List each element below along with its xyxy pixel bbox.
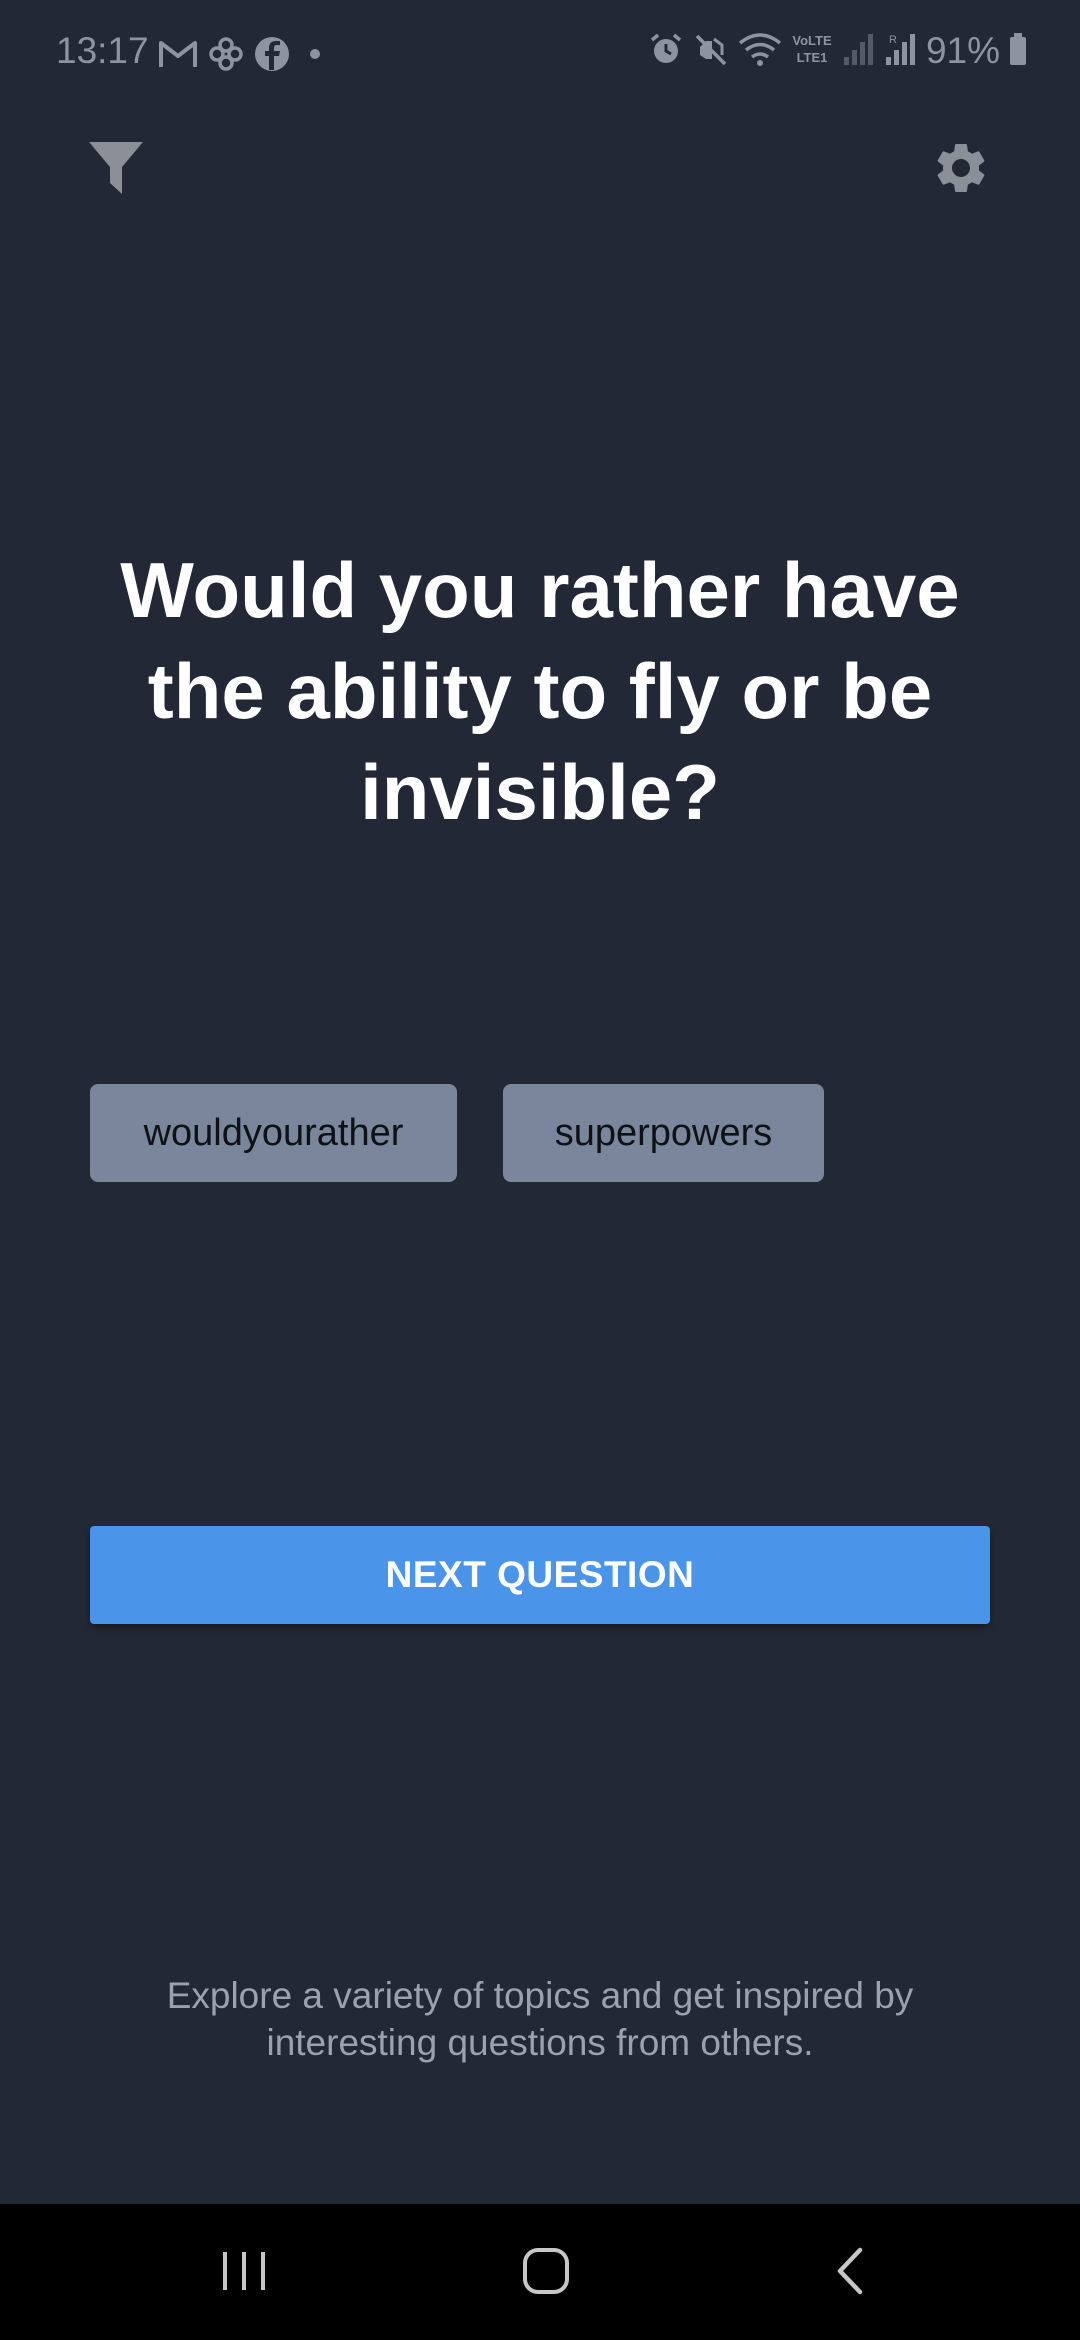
signal-icon	[842, 31, 876, 72]
status-bar: 13:17 VoLTE LTE1 R 91%	[0, 0, 1080, 112]
battery-percent: 91%	[925, 30, 1000, 71]
battery-icon	[1008, 31, 1028, 72]
footer-text: Explore a variety of topics and get insp…	[166, 1975, 914, 2063]
gear-icon	[931, 138, 991, 203]
home-icon	[521, 2246, 571, 2301]
mute-icon	[692, 31, 730, 72]
alarm-icon	[648, 31, 684, 72]
back-icon	[830, 2246, 870, 2301]
notification-dot-icon	[300, 39, 330, 74]
facebook-icon	[254, 36, 290, 77]
settings-button[interactable]	[921, 130, 1001, 210]
tag-chip[interactable]: wouldyourather	[90, 1084, 457, 1182]
navigation-bar	[0, 2204, 1080, 2340]
wifi-icon	[738, 31, 782, 72]
next-question-button[interactable]: NEXT QUESTION	[90, 1526, 990, 1624]
svg-text:LTE1: LTE1	[797, 50, 828, 65]
back-button[interactable]	[800, 2228, 900, 2318]
svg-text:R: R	[889, 34, 897, 46]
home-button[interactable]	[496, 2228, 596, 2318]
filter-icon	[87, 139, 145, 202]
tag-list: wouldyourather superpowers	[90, 1084, 824, 1182]
status-left-icons	[158, 36, 330, 77]
status-time: 13:17	[56, 30, 149, 71]
volte-icon: VoLTE LTE1	[790, 31, 834, 72]
status-right-icons: VoLTE LTE1 R 91%	[648, 30, 1028, 72]
question-text: Would you rather have the ability to fly…	[120, 546, 960, 836]
recents-icon	[219, 2248, 269, 2299]
gmail-icon	[158, 39, 198, 74]
pinwheel-icon	[208, 36, 244, 77]
tag-chip[interactable]: superpowers	[503, 1084, 824, 1182]
recents-button[interactable]	[194, 2228, 294, 2318]
svg-text:VoLTE: VoLTE	[792, 33, 832, 48]
filter-button[interactable]	[76, 130, 156, 210]
signal-roaming-icon: R	[884, 31, 918, 72]
